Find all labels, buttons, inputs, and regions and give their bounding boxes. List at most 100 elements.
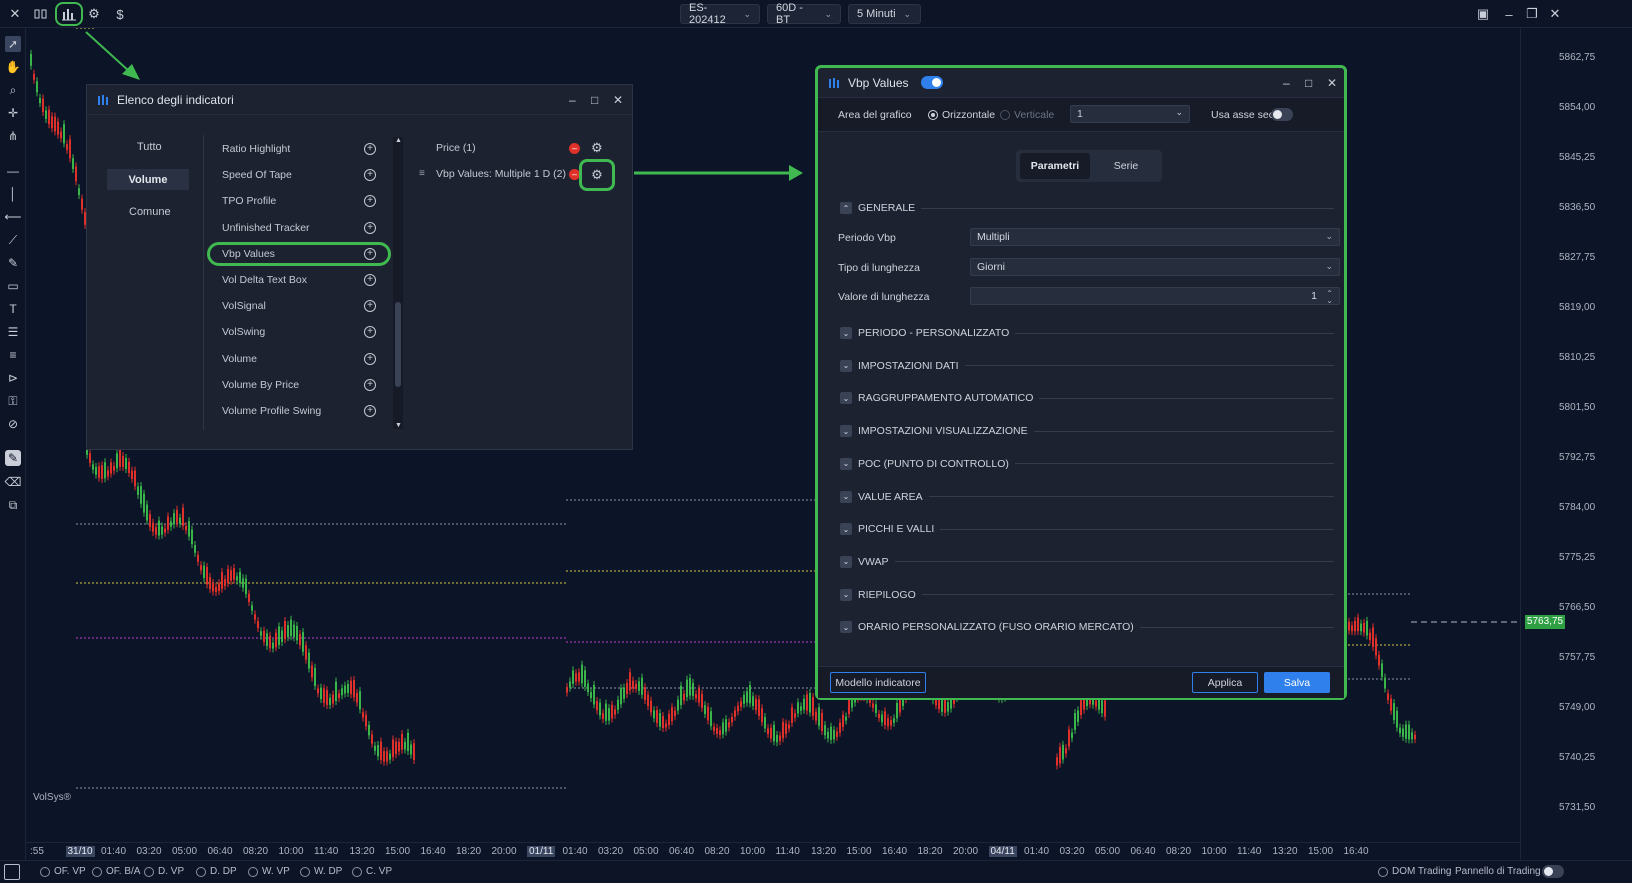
- settings-footer: Modello indicatore Applica Salva: [818, 666, 1344, 698]
- orientation-vertical-radio[interactable]: Verticale: [1000, 109, 1054, 121]
- active-indicator-price[interactable]: Price (1): [436, 142, 476, 154]
- indicator-name: Speed Of Tape: [222, 169, 292, 182]
- settings-section[interactable]: ⌄ IMPOSTAZIONI VISUALIZZAZIONE: [840, 423, 1334, 439]
- settings-section[interactable]: ⌄ PICCHI E VALLI: [840, 521, 1334, 537]
- length-type-label: Tipo di lunghezza: [838, 262, 920, 274]
- add-indicator-icon[interactable]: +: [364, 274, 376, 286]
- indicator-name: Volume: [222, 352, 258, 365]
- chevron-down-icon: ⌄: [840, 588, 852, 601]
- section-label: RAGGRUPPAMENTO AUTOMATICO: [858, 392, 1034, 405]
- section-label: VWAP: [858, 555, 889, 568]
- chevron-down-icon: ⌄: [840, 457, 852, 470]
- add-indicator-icon[interactable]: +: [364, 378, 376, 391]
- orientation-horizontal-radio[interactable]: Orizzontale: [928, 109, 995, 121]
- chart-area-row: Area del grafico Orizzontale Verticale 1…: [818, 98, 1344, 132]
- maximize-icon[interactable]: □: [1305, 76, 1312, 90]
- section-divider: [921, 594, 1334, 596]
- section-label: ORARIO PERSONALIZZATO (FUSO ORARIO MERCA…: [858, 621, 1134, 634]
- indicator-name: VolSwing: [222, 326, 266, 339]
- settings-section[interactable]: ⌄ IMPOSTAZIONI DATI: [840, 358, 1334, 374]
- add-indicator-icon[interactable]: +: [364, 221, 376, 234]
- indicators-icon: [98, 94, 108, 105]
- tab-series-label: Serie: [1113, 160, 1139, 172]
- add-indicator-icon[interactable]: +: [364, 195, 376, 208]
- list-scrollbar[interactable]: ▲ ▼: [393, 137, 403, 429]
- add-indicator-icon[interactable]: +: [364, 169, 376, 182]
- length-value-stepper[interactable]: 1 ⌃ ⌄: [970, 287, 1340, 305]
- gear-icon[interactable]: ⚙: [591, 140, 603, 156]
- settings-section[interactable]: ⌄ ORARIO PERSONALIZZATO (FUSO ORARIO MERC…: [840, 619, 1334, 635]
- add-indicator-icon[interactable]: +: [364, 326, 376, 339]
- category-volume-label: Volume: [128, 173, 168, 186]
- close-icon[interactable]: ✕: [613, 93, 623, 107]
- settings-title: Vbp Values: [848, 75, 909, 90]
- indicator-list-header: Elenco degli indicatori: [87, 85, 632, 115]
- indicator-name: VolSignal: [222, 300, 266, 313]
- settings-section[interactable]: ⌄ VALUE AREA: [840, 489, 1334, 505]
- section-general[interactable]: ⌃ GENERALE: [840, 200, 1334, 216]
- panel-title: Elenco degli indicatori: [117, 92, 234, 107]
- maximize-icon[interactable]: □: [591, 93, 598, 107]
- section-label: POC (PUNTO DI CONTROLLO): [858, 457, 1009, 470]
- section-divider: [940, 528, 1334, 530]
- active-indicator-vbp[interactable]: Vbp Values: Multiple 1 D (2): [436, 168, 566, 180]
- tab-parameters-label: Parametri: [1030, 160, 1080, 172]
- chevron-down-icon: ⌄: [840, 392, 852, 405]
- indicator-name: Ratio Highlight: [222, 143, 291, 155]
- pane-select[interactable]: 1 ⌄: [1070, 105, 1190, 123]
- scroll-up-icon[interactable]: ▲: [395, 137, 402, 144]
- chevron-down-icon: ⌄: [1325, 261, 1333, 271]
- scroll-thumb[interactable]: [395, 302, 401, 387]
- tab-series[interactable]: Serie: [1094, 153, 1158, 179]
- settings-tabs: Parametri Serie: [1016, 150, 1162, 182]
- settings-section[interactable]: ⌄ RAGGRUPPAMENTO AUTOMATICO: [840, 390, 1334, 406]
- section-general-label: GENERALE: [858, 202, 916, 214]
- tab-parameters[interactable]: Parametri: [1020, 153, 1090, 179]
- section-divider: [1033, 430, 1334, 432]
- category-volume[interactable]: Volume: [107, 169, 189, 190]
- scroll-down-icon[interactable]: ▼: [395, 422, 402, 429]
- indicator-list-panel: Elenco degli indicatori – □ ✕ Tutto Volu…: [86, 84, 633, 450]
- period-value: Multipli: [977, 231, 1010, 243]
- section-label: IMPOSTAZIONI VISUALIZZAZIONE: [858, 425, 1028, 438]
- period-label: Periodo Vbp: [838, 232, 896, 244]
- chevron-up-icon: ⌃: [840, 202, 852, 214]
- chevron-down-icon: ⌄: [840, 523, 852, 536]
- drag-handle-icon[interactable]: ≡: [419, 168, 425, 179]
- indicator-template-button[interactable]: Modello indicatore: [830, 672, 926, 693]
- indicator-name: Volume By Price: [222, 378, 300, 391]
- section-label: VALUE AREA: [858, 490, 923, 503]
- chevron-down-icon: ⌄: [840, 359, 852, 372]
- chevron-down-icon: ⌄: [840, 425, 852, 438]
- minimize-icon[interactable]: –: [569, 93, 576, 107]
- period-select[interactable]: Multipli ⌄: [970, 228, 1340, 246]
- add-indicator-icon[interactable]: +: [364, 143, 376, 155]
- category-all[interactable]: Tutto: [137, 141, 162, 153]
- section-divider: [1139, 626, 1334, 628]
- category-common[interactable]: Comune: [129, 206, 171, 218]
- apply-button[interactable]: Applica: [1192, 672, 1258, 693]
- remove-icon[interactable]: –: [569, 143, 580, 154]
- stepper-arrows-icon[interactable]: ⌃ ⌄: [1326, 290, 1333, 305]
- settings-section[interactable]: ⌄ POC (PUNTO DI CONTROLLO): [840, 456, 1334, 472]
- enable-toggle[interactable]: [920, 76, 943, 89]
- section-divider: [1014, 463, 1334, 465]
- section-divider: [921, 207, 1334, 209]
- add-indicator-icon[interactable]: +: [364, 352, 376, 365]
- divider: [203, 135, 204, 430]
- settings-section[interactable]: ⌄ VWAP: [840, 554, 1334, 570]
- save-button[interactable]: Salva: [1264, 672, 1330, 693]
- add-indicator-icon[interactable]: +: [364, 405, 376, 417]
- length-type-select[interactable]: Giorni ⌄: [970, 258, 1340, 276]
- settings-section[interactable]: ⌄ PERIODO - PERSONALIZZATO: [840, 325, 1334, 341]
- close-icon[interactable]: ✕: [1327, 76, 1337, 90]
- secondary-axis-toggle[interactable]: [1271, 108, 1293, 121]
- gear-icon[interactable]: ⚙: [579, 159, 615, 191]
- length-value-label: Valore di lunghezza: [838, 291, 930, 303]
- apply-label: Applica: [1207, 676, 1243, 689]
- minimize-icon[interactable]: –: [1283, 76, 1290, 90]
- add-indicator-icon[interactable]: +: [364, 300, 376, 313]
- section-label: PICCHI E VALLI: [858, 523, 935, 536]
- settings-section[interactable]: ⌄ RIEPILOGO: [840, 587, 1334, 603]
- section-label: RIEPILOGO: [858, 588, 916, 601]
